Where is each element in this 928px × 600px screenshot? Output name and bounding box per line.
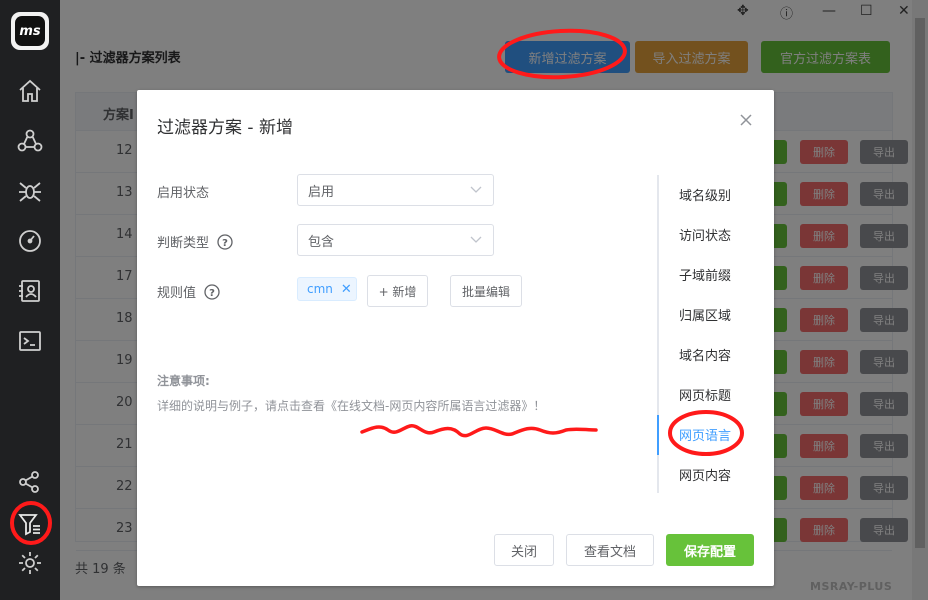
tag-remove-icon[interactable]: ✕ <box>341 282 352 297</box>
chevron-down-icon <box>470 186 482 193</box>
add-rule-button[interactable]: + 新增 <box>367 275 428 307</box>
active-indicator <box>657 415 659 455</box>
menu-item[interactable]: 子域前缀 <box>679 265 731 284</box>
svg-text:?: ? <box>209 288 215 299</box>
menu-item[interactable]: 网页内容 <box>679 465 731 484</box>
svg-text:?: ? <box>222 238 228 249</box>
close-button[interactable]: 关闭 <box>494 534 554 566</box>
gauge-icon[interactable] <box>15 226 45 256</box>
status-select[interactable]: 启用 <box>297 174 494 206</box>
logo-text: ms <box>15 16 45 46</box>
filter-list-icon[interactable] <box>15 509 45 539</box>
filter-type-menu: 域名级别访问状态子域前缀归属区域域名内容网页标题网页语言网页内容 <box>657 175 757 493</box>
note-text[interactable]: 详细的说明与例子，请点击查看《在线文档-网页内容所属语言过滤器》！ <box>157 397 545 414</box>
menu-item[interactable]: 网页标题 <box>679 385 731 404</box>
menu-item[interactable]: 域名内容 <box>679 345 731 364</box>
home-icon[interactable] <box>15 76 45 106</box>
note-title: 注意事项: <box>157 374 210 388</box>
type-label: 判断类型 ? <box>157 232 233 251</box>
contact-card-icon[interactable] <box>15 276 45 306</box>
rule-tag: cmn ✕ <box>297 277 357 301</box>
menu-item[interactable]: 网页语言 <box>679 425 731 444</box>
spider-icon[interactable] <box>15 176 45 206</box>
menu-item[interactable]: 域名级别 <box>679 185 731 204</box>
rule-label-text: 规则值 <box>157 286 197 301</box>
status-label-text: 启用状态 <box>157 186 210 201</box>
rule-label: 规则值 ? <box>157 282 220 301</box>
close-icon[interactable] <box>738 112 754 128</box>
status-value: 启用 <box>308 184 335 200</box>
rule-tag-text: cmn <box>307 282 333 296</box>
app-logo: ms <box>11 12 49 50</box>
batch-edit-button[interactable]: 批量编辑 <box>450 275 522 307</box>
menu-item[interactable]: 访问状态 <box>679 225 731 244</box>
network-nodes-icon[interactable] <box>15 126 45 156</box>
view-docs-button[interactable]: 查看文档 <box>566 534 654 566</box>
chevron-down-icon <box>470 236 482 243</box>
save-config-button[interactable]: 保存配置 <box>666 534 754 566</box>
add-scheme-dialog: 过滤器方案 - 新增 启用状态 启用 判断类型 ? 包含 规则值 ? cmn ✕… <box>137 90 774 586</box>
terminal-icon[interactable] <box>15 326 45 356</box>
question-circle-icon[interactable]: ? <box>204 283 220 300</box>
dialog-title: 过滤器方案 - 新增 <box>157 118 293 138</box>
question-circle-icon[interactable]: ? <box>217 233 233 250</box>
status-label: 启用状态 <box>157 182 209 201</box>
share-nodes-icon[interactable] <box>15 467 45 497</box>
type-label-text: 判断类型 <box>157 236 210 251</box>
type-value: 包含 <box>308 234 335 250</box>
menu-item[interactable]: 归属区域 <box>679 305 731 324</box>
type-select[interactable]: 包含 <box>297 224 494 256</box>
left-sidebar: ms <box>0 0 60 600</box>
settings-gear-icon[interactable] <box>15 548 45 578</box>
